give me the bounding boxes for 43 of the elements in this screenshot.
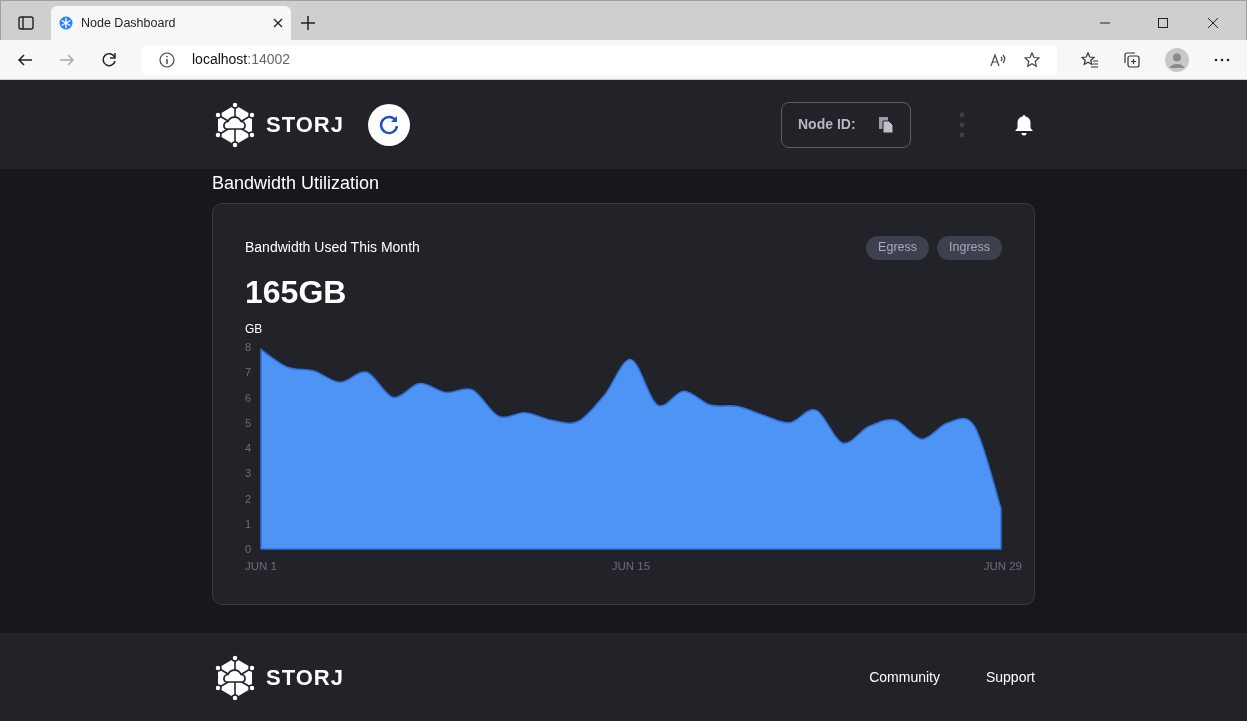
bell-icon[interactable] xyxy=(1013,112,1035,137)
footer-link[interactable]: Support xyxy=(985,667,1035,689)
profile-avatar-icon[interactable] xyxy=(1165,47,1189,72)
y-tick-label: 4 xyxy=(244,441,252,454)
node-id-button[interactable]: Node ID: xyxy=(781,101,911,148)
copy-icon xyxy=(878,115,894,134)
y-tick-label: 8 xyxy=(244,340,252,353)
favorite-add-icon[interactable] xyxy=(1023,50,1041,69)
section-title: Bandwidth Utilization xyxy=(212,173,381,195)
x-tick-label: JUN 29 xyxy=(983,559,1022,572)
new-tab-icon[interactable] xyxy=(299,14,317,32)
favorites-icon[interactable] xyxy=(1081,50,1099,69)
y-tick-label: 7 xyxy=(244,365,252,378)
card-title: Bandwidth Used This Month xyxy=(245,238,420,258)
toggle-button[interactable]: Egress xyxy=(866,235,929,260)
x-tick-label: JUN 1 xyxy=(245,559,277,572)
axis-unit-label: GB xyxy=(244,320,264,338)
snowflake-icon xyxy=(59,16,73,30)
address-bar[interactable]: localhost:14002 xyxy=(142,44,1057,75)
tab-title: Node Dashboard xyxy=(81,14,177,32)
logo-text: STORJ xyxy=(266,111,344,139)
x-tick-label: JUN 15 xyxy=(611,559,651,572)
close-icon[interactable] xyxy=(273,18,283,28)
logo-icon xyxy=(212,653,258,702)
tab-actions-icon[interactable] xyxy=(17,14,35,32)
logo-text: STORJ xyxy=(266,664,344,693)
footer-link[interactable]: Community xyxy=(869,667,940,689)
reload-icon[interactable] xyxy=(100,50,118,69)
y-tick-label: 5 xyxy=(244,416,252,429)
refresh-icon xyxy=(377,113,400,136)
refresh-button[interactable] xyxy=(367,103,410,146)
y-tick-label: 3 xyxy=(244,466,252,479)
browser-tab[interactable]: Node Dashboard xyxy=(51,6,291,40)
y-tick-label: 6 xyxy=(244,391,252,404)
url-text: localhost:14002 xyxy=(192,50,292,69)
collections-icon[interactable] xyxy=(1123,50,1141,69)
toggle-button[interactable]: Ingress xyxy=(937,235,1002,260)
y-tick-label: 1 xyxy=(244,517,252,530)
logo-icon xyxy=(212,100,258,149)
total-value: 165GB xyxy=(244,272,348,312)
y-tick-label: 2 xyxy=(244,492,252,505)
y-tick-label: 0 xyxy=(244,542,252,555)
info-icon xyxy=(158,50,176,69)
